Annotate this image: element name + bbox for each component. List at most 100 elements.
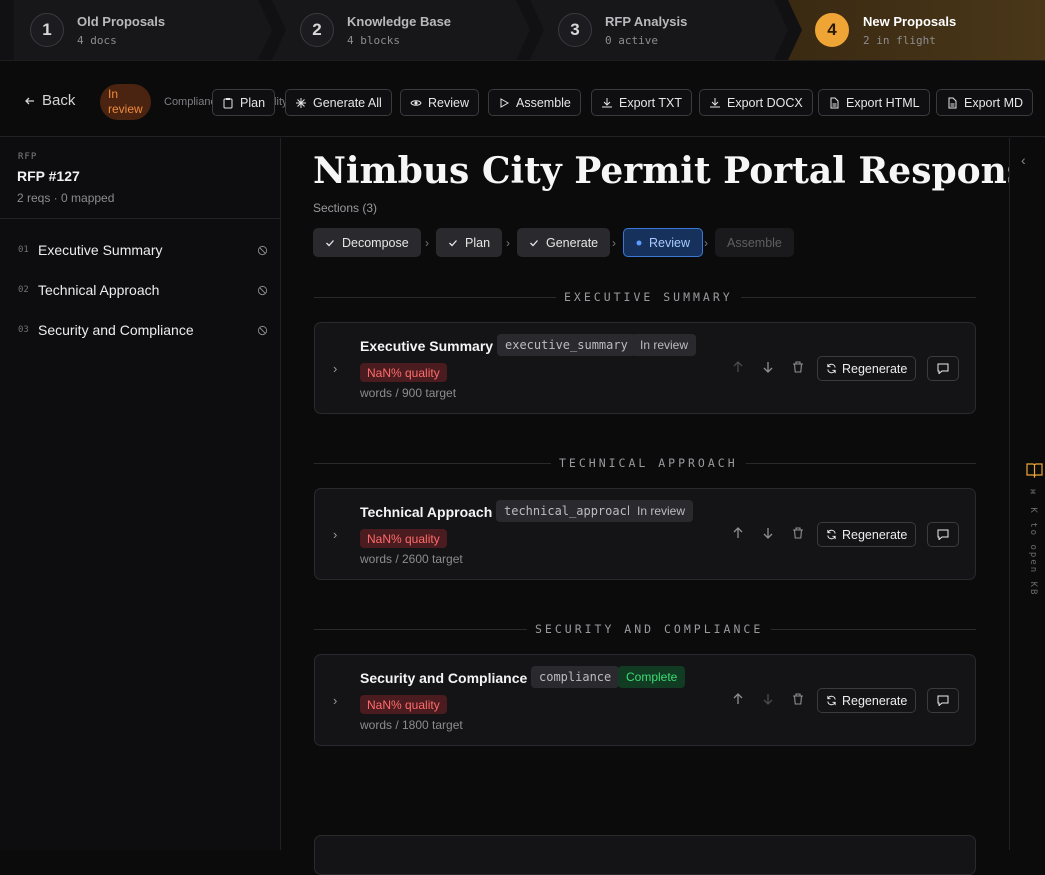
download-icon (710, 97, 720, 107)
section-key-tag: executive_summary (497, 334, 636, 356)
sidebar-eyebrow: RFP (18, 152, 38, 162)
regenerate-button[interactable]: Regenerate (817, 356, 917, 381)
pipeline-decompose[interactable]: Decompose (313, 228, 421, 257)
chevron-right-icon[interactable]: › (333, 693, 337, 708)
comment-button[interactable] (927, 356, 959, 381)
export-md-button[interactable]: Export MD (936, 89, 1034, 116)
pipeline-plan[interactable]: Plan (436, 228, 503, 257)
sidebar-item-number: 02 (18, 285, 29, 295)
pipeline-assemble[interactable]: Assemble (715, 228, 794, 257)
step-title: Old Proposals (77, 14, 166, 29)
open-kb-hint: ⌘ K to open KB (1028, 488, 1038, 597)
arrow-down-icon[interactable] (761, 692, 775, 706)
arrow-up-icon[interactable] (731, 692, 745, 706)
dot-icon (636, 240, 642, 245)
trash-icon[interactable] (791, 360, 805, 374)
quality-badge: NaN% quality (360, 363, 447, 382)
section-status-badge: In review (632, 334, 697, 356)
step-subtitle: 0 active (605, 34, 658, 47)
sidebar-item-label: Executive Summary (38, 242, 163, 258)
assemble-button[interactable]: Assemble (488, 89, 581, 116)
eye-icon (410, 99, 422, 106)
step-new-proposals[interactable]: 4 New Proposals 2 in flight (788, 0, 1045, 60)
comment-button[interactable] (927, 522, 959, 547)
chevron-right-icon: › (425, 236, 429, 250)
section-title: Technical Approach (360, 504, 493, 520)
step-number: 2 (300, 13, 334, 47)
sections-sidebar: RFP RFP #127 2 reqs · 0 mapped 01 Execut… (0, 138, 281, 850)
arrow-up-icon[interactable] (731, 360, 745, 374)
ban-icon (257, 285, 268, 295)
sidebar-item-executive-summary[interactable]: 01 Executive Summary (18, 239, 268, 261)
book-icon[interactable] (1026, 462, 1043, 478)
review-label: Review (428, 95, 469, 110)
sidebar-item-technical-approach[interactable]: 02 Technical Approach (18, 279, 268, 301)
export-docx-button[interactable]: Export DOCX (699, 89, 813, 116)
section-divider-label: TECHNICAL APPROACH (551, 456, 746, 470)
download-icon (602, 97, 612, 107)
step-number: 3 (558, 13, 592, 47)
workflow-stepper: 1 Old Proposals 4 docs 2 Knowledge Base … (0, 0, 1045, 60)
arrow-down-icon[interactable] (761, 526, 775, 540)
back-button[interactable]: Back (24, 92, 75, 109)
section-card-security-and-compliance: › Security and Compliance compliance Com… (314, 654, 976, 746)
sidebar-divider (0, 218, 280, 219)
chevron-left-icon[interactable]: ‹ (1021, 152, 1026, 168)
assemble-label: Assemble (516, 95, 571, 110)
section-card-technical-approach: › Technical Approach technical_approach … (314, 488, 976, 580)
section-key-tag: technical_approach (496, 500, 643, 522)
regenerate-label: Regenerate (842, 361, 908, 376)
export-html-button[interactable]: Export HTML (818, 89, 930, 116)
clipboard-icon (223, 97, 233, 108)
review-button[interactable]: Review (400, 89, 479, 116)
comment-icon (937, 529, 949, 540)
proposal-toolbar: Back In review Compliance: 0/2 · Quality… (0, 60, 1045, 137)
word-count: words / 2600 target (360, 552, 463, 566)
section-card-executive-summary: › Executive Summary executive_summary In… (314, 322, 976, 414)
plan-button[interactable]: Plan (212, 89, 276, 116)
check-icon (530, 239, 538, 246)
regenerate-button[interactable]: Regenerate (817, 522, 917, 547)
arrow-up-icon[interactable] (731, 526, 745, 540)
pipeline-decompose-label: Decompose (342, 235, 409, 250)
generate-all-label: Generate All (313, 95, 382, 110)
file-icon (948, 97, 957, 108)
step-subtitle: 4 docs (77, 34, 117, 47)
section-card-partial (314, 835, 976, 875)
regenerate-button[interactable]: Regenerate (817, 688, 917, 713)
chevron-right-icon[interactable]: › (333, 527, 337, 542)
step-knowledge-base[interactable]: 2 Knowledge Base 4 blocks (272, 0, 530, 60)
refresh-icon (827, 695, 836, 706)
sidebar-item-number: 03 (18, 325, 29, 335)
step-number: 4 (815, 13, 849, 47)
chevron-right-icon: › (612, 236, 616, 250)
pipeline-review-label: Review (649, 235, 690, 250)
plan-label: Plan (240, 95, 266, 110)
comment-icon (937, 363, 949, 374)
arrow-down-icon[interactable] (761, 360, 775, 374)
step-old-proposals[interactable]: 1 Old Proposals 4 docs (14, 0, 272, 60)
quality-badge: NaN% quality (360, 529, 447, 548)
pipeline-plan-label: Plan (465, 235, 491, 250)
sidebar-item-security-and-compliance[interactable]: 03 Security and Compliance (18, 319, 268, 341)
export-html-label: Export HTML (846, 95, 920, 110)
pipeline-review[interactable]: Review (623, 228, 703, 257)
refresh-icon (827, 529, 836, 540)
play-icon (500, 97, 510, 108)
chevron-right-icon[interactable]: › (333, 361, 337, 376)
trash-icon[interactable] (791, 526, 805, 540)
sparkle-icon (296, 97, 306, 108)
section-title: Security and Compliance (360, 670, 528, 686)
section-key-tag: compliance (531, 666, 620, 688)
check-icon (326, 239, 334, 246)
step-rfp-analysis[interactable]: 3 RFP Analysis 0 active (530, 0, 788, 60)
sidebar-item-label: Technical Approach (38, 282, 160, 298)
export-txt-label: Export TXT (619, 95, 682, 110)
generate-all-button[interactable]: Generate All (285, 89, 392, 116)
comment-button[interactable] (927, 688, 959, 713)
trash-icon[interactable] (791, 692, 805, 706)
pipeline-generate[interactable]: Generate (517, 228, 611, 257)
proposal-main: Nimbus City Permit Portal Response Secti… (282, 138, 1045, 875)
export-txt-button[interactable]: Export TXT (591, 89, 692, 116)
pipeline-generate-label: Generate (546, 235, 599, 250)
